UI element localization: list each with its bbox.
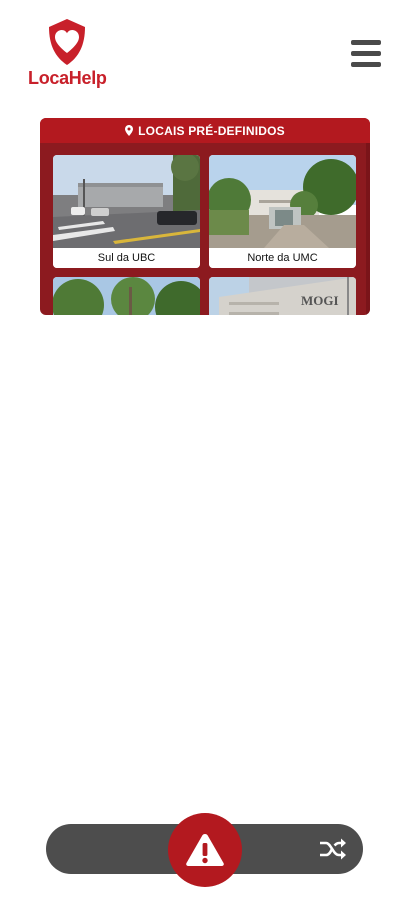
building-sign: MOGI [301, 293, 339, 308]
panel-title: LOCAIS PRÉ-DEFINIDOS [138, 123, 285, 138]
location-label: Sul da UBC [53, 248, 200, 268]
map-pin-icon [125, 125, 134, 136]
location-card-sul-da-ubc[interactable]: Sul da UBC [53, 155, 200, 268]
emergency-alert-button[interactable] [168, 813, 242, 887]
location-card-norte-da-umc[interactable]: Norte da UMC [209, 155, 356, 268]
hamburger-menu-icon[interactable] [351, 40, 381, 67]
warning-triangle-icon [186, 834, 224, 866]
location-photo: MOGI [209, 277, 356, 315]
location-photo [53, 155, 200, 248]
panel-header: LOCAIS PRÉ-DEFINIDOS [40, 118, 370, 143]
app-logo: LocaHelp [28, 18, 108, 90]
location-photo [209, 155, 356, 248]
panel-scrollbar[interactable] [366, 143, 370, 315]
shuffle-icon[interactable] [319, 836, 347, 862]
location-card-4[interactable]: MOGI [209, 277, 356, 315]
menu-line [351, 62, 381, 67]
menu-line [351, 40, 381, 45]
locations-grid[interactable]: Sul da UBC Norte da UMC MOGI [40, 143, 370, 315]
menu-line [351, 51, 381, 56]
predefined-locations-panel: LOCAIS PRÉ-DEFINIDOS Sul da UBC Norte da… [40, 118, 370, 315]
shield-heart-icon [49, 19, 85, 65]
app-name: LocaHelp [28, 68, 107, 88]
location-label: Norte da UMC [209, 248, 356, 268]
location-photo [53, 277, 200, 315]
location-card-3[interactable] [53, 277, 200, 315]
